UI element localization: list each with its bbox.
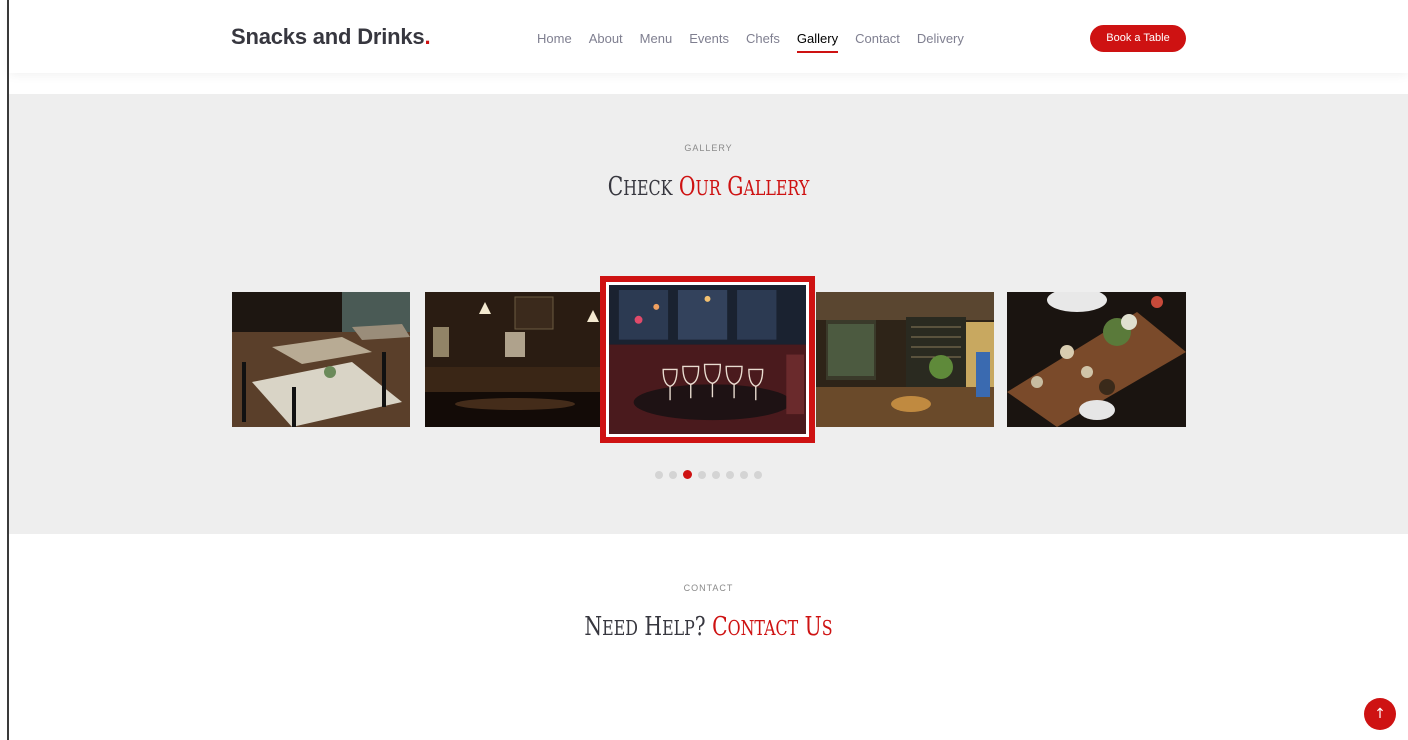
title-glyph: R [787,176,799,200]
gallery-pagination [9,470,1408,479]
nav-chefs[interactable]: Chefs [746,31,780,53]
title-glyph: E [637,176,649,200]
site-logo[interactable]: Snacks and Drinks. [231,24,431,50]
title-glyph: L [673,616,685,640]
title-glyph: C [607,172,624,202]
title-glyph: R [708,176,721,200]
gallery-title: CHECK OUR GALLERY [163,172,1254,202]
title-glyph: C [648,176,661,200]
title-glyph: C [775,616,788,640]
contact-label: CONTACT [683,583,734,593]
main-nav: Home About Menu Events Chefs Gallery Con… [537,31,981,53]
title-glyph: E [613,616,626,640]
pagination-dot[interactable] [726,470,734,479]
pagination-dot[interactable] [712,470,720,479]
contact-section: CONTACT NEED HELP? CONTACT US [9,534,1408,740]
title-glyph: A [764,616,776,640]
title-glyph: D [625,616,638,640]
title-glyph: T [787,616,799,640]
title-glyph: U [804,612,822,642]
logo-dot: . [424,24,431,49]
nav-home[interactable]: Home [537,31,572,53]
title-glyph: E [602,616,614,640]
pagination-dot[interactable] [655,470,663,479]
title-glyph: G [727,172,744,202]
title-glyph: T [754,616,765,640]
title-glyph: S [821,616,833,640]
pagination-dot[interactable] [740,470,748,479]
nav-events[interactable]: Events [689,31,729,53]
gallery-label: GALLERY [684,143,733,153]
title-glyph: P [684,616,695,640]
contact-title-plain: NEED HELP? [584,612,712,642]
title-glyph: C [712,612,728,642]
title-glyph: U [695,176,709,200]
book-table-button[interactable]: Book a Table [1090,25,1186,52]
pagination-dot[interactable] [698,470,706,479]
overhead-dining-table-image[interactable] [1007,292,1186,427]
pagination-dot[interactable] [669,470,677,479]
contact-title: NEED HELP? CONTACT US [163,612,1254,642]
title-glyph: K [660,176,673,200]
nav-delivery[interactable]: Delivery [917,31,964,53]
title-glyph: ? [694,612,706,642]
active-image-frame [606,282,809,437]
nav-menu[interactable]: Menu [640,31,673,53]
restaurant-tables-image[interactable] [232,292,410,427]
title-glyph: N [584,612,603,642]
title-glyph: L [765,176,776,200]
pagination-dot[interactable] [754,470,762,479]
site-header: Snacks and Drinks. Home About Menu Event… [9,0,1408,73]
pagination-dot-active[interactable] [683,470,692,479]
title-glyph: H [644,612,663,642]
title-glyph: A [743,176,755,200]
title-glyph: L [754,176,766,200]
wine-glasses-table-image[interactable] [600,276,815,443]
cafe-seating-image[interactable] [816,292,994,427]
bar-interior-image[interactable] [425,292,603,427]
title-glyph: Y [798,176,810,200]
nav-about[interactable]: About [589,31,623,53]
title-glyph: O [727,616,741,640]
gallery-section: GALLERY CHECK OUR GALLERY [9,94,1408,534]
scroll-to-top-button[interactable]: ↑ [1364,698,1396,730]
title-glyph: E [662,616,674,640]
nav-contact[interactable]: Contact [855,31,900,53]
contact-title-accent: CONTACT US [712,612,832,642]
logo-text: Snacks and Drinks [231,24,425,49]
title-glyph: O [678,172,696,202]
title-glyph: N [740,616,755,640]
arrow-up-icon: ↑ [1374,706,1386,722]
title-glyph: E [775,176,788,200]
gallery-title-plain: CHECK [608,172,679,202]
nav-gallery[interactable]: Gallery [796,31,839,53]
gallery-title-accent: OUR GALLERY [679,172,809,202]
title-glyph: H [623,176,638,200]
